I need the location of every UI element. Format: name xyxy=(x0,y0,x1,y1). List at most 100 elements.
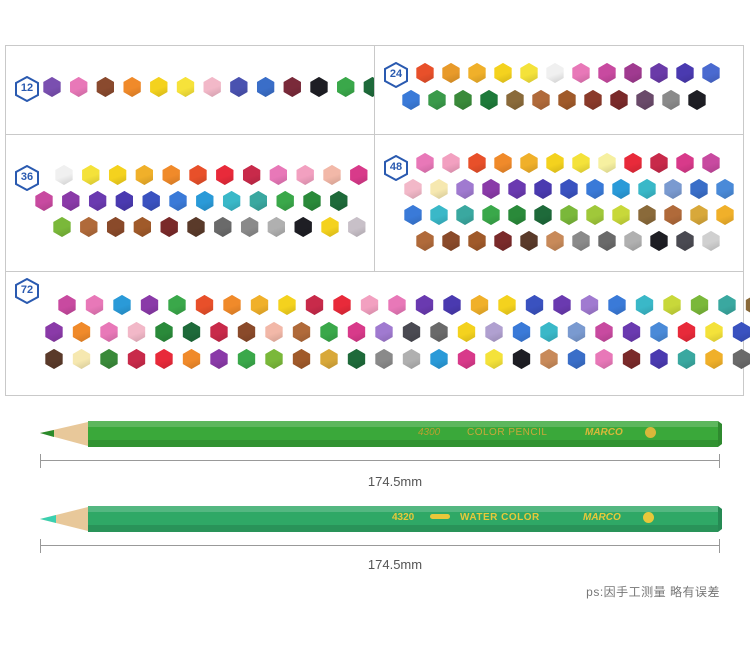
color-swatch xyxy=(72,349,91,369)
color-swatch xyxy=(520,153,538,173)
color-swatch xyxy=(612,179,630,199)
color-swatch xyxy=(320,349,338,369)
color-swatch xyxy=(176,77,195,97)
color-swatch xyxy=(402,322,421,342)
color-swatch xyxy=(532,90,550,110)
color-swatch xyxy=(442,63,460,83)
color-swatch xyxy=(430,205,448,225)
color-swatch xyxy=(520,231,538,251)
color-swatch xyxy=(404,205,422,225)
color-swatch xyxy=(456,205,474,225)
color-swatch xyxy=(127,349,146,369)
color-swatch xyxy=(525,295,544,315)
color-swatch xyxy=(305,295,324,315)
color-swatch xyxy=(203,77,221,97)
color-swatch xyxy=(388,295,406,315)
length-label-1: 174.5mm xyxy=(367,474,423,489)
color-swatch xyxy=(664,205,682,225)
pencil-2-code: 4320 xyxy=(392,512,415,523)
color-swatch xyxy=(55,165,73,185)
color-swatch xyxy=(72,322,91,342)
color-swatch xyxy=(278,295,296,315)
color-swatch xyxy=(485,349,503,369)
color-swatch xyxy=(237,349,256,369)
color-swatch xyxy=(43,77,61,97)
measurement-note: ps:因手工测量 略有误差 xyxy=(586,585,720,599)
color-swatch xyxy=(598,231,616,251)
color-swatch xyxy=(210,349,228,369)
color-swatch xyxy=(572,153,590,173)
color-swatch xyxy=(415,295,434,315)
color-swatch xyxy=(546,63,564,83)
panel-48-colors: 48 xyxy=(374,134,744,272)
color-swatch xyxy=(705,322,723,342)
color-swatch xyxy=(540,322,558,342)
color-swatch xyxy=(321,217,339,237)
color-swatch xyxy=(242,165,261,185)
color-swatch xyxy=(402,349,421,369)
color-swatch xyxy=(169,191,187,211)
color-swatch xyxy=(142,191,160,211)
color-swatch xyxy=(53,217,71,237)
color-swatch xyxy=(276,191,294,211)
color-swatch xyxy=(182,349,201,369)
color-swatch xyxy=(677,349,696,369)
color-swatch xyxy=(456,179,474,199)
color-swatch xyxy=(240,217,259,237)
color-swatch xyxy=(512,322,531,342)
color-swatch xyxy=(638,179,656,199)
color-swatch xyxy=(348,217,366,237)
pencil-2-brand: MARCO xyxy=(583,512,621,523)
color-swatch xyxy=(624,63,642,83)
color-swatch xyxy=(580,295,599,315)
color-swatch xyxy=(443,295,461,315)
color-swatch xyxy=(676,63,694,83)
color-swatch xyxy=(534,205,552,225)
color-swatch xyxy=(195,295,214,315)
color-swatch xyxy=(360,295,379,315)
color-swatch xyxy=(662,90,680,110)
color-swatch xyxy=(256,77,275,97)
color-swatch xyxy=(457,322,476,342)
color-swatch xyxy=(622,349,641,369)
color-swatch xyxy=(506,90,524,110)
color-swatch xyxy=(560,205,578,225)
color-swatch xyxy=(337,77,355,97)
color-swatch xyxy=(688,90,706,110)
color-swatch xyxy=(416,63,434,83)
color-swatch xyxy=(520,63,538,83)
color-swatch xyxy=(702,231,720,251)
color-swatch xyxy=(635,295,654,315)
pencil-1-tip-icon xyxy=(40,430,54,437)
color-swatch xyxy=(442,153,460,173)
color-swatch xyxy=(558,90,576,110)
color-swatch xyxy=(482,205,500,225)
pencil-1-logo-icon xyxy=(645,427,656,438)
color-swatch xyxy=(638,205,656,225)
color-swatch xyxy=(454,90,472,110)
pencil-1-wood-icon xyxy=(40,422,88,446)
color-swatch xyxy=(155,322,173,342)
color-swatch xyxy=(80,217,98,237)
color-swatch xyxy=(705,349,723,369)
color-swatch xyxy=(196,191,214,211)
color-swatch xyxy=(330,191,348,211)
color-swatch xyxy=(310,77,328,97)
color-swatch xyxy=(595,349,613,369)
color-swatch xyxy=(430,179,448,199)
color-swatch xyxy=(404,179,422,199)
color-swatch xyxy=(70,77,88,97)
color-swatch xyxy=(732,322,750,342)
color-swatch xyxy=(113,295,131,315)
pencil-1-body xyxy=(88,421,718,447)
color-swatch xyxy=(162,165,180,185)
color-swatch xyxy=(498,295,516,315)
color-swatch xyxy=(650,231,668,251)
color-swatch xyxy=(468,153,486,173)
color-swatch xyxy=(567,349,586,369)
color-swatch xyxy=(160,217,178,237)
color-swatch xyxy=(155,349,173,369)
pencil-1-brand: MARCO xyxy=(585,427,623,438)
color-swatch xyxy=(494,231,512,251)
color-swatch xyxy=(115,191,133,211)
